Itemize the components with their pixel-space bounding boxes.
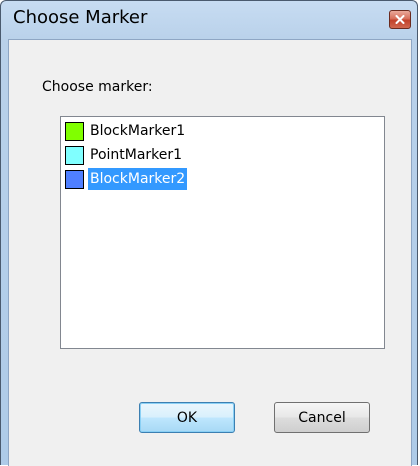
marker-color-swatch xyxy=(65,169,84,189)
dialog-title: Choose Marker xyxy=(13,7,148,28)
cancel-button[interactable]: Cancel xyxy=(274,402,370,433)
list-item[interactable]: BlockMarker1 xyxy=(65,120,187,142)
ok-button[interactable]: OK xyxy=(139,402,235,433)
choose-marker-label: Choose marker: xyxy=(42,79,153,95)
close-icon xyxy=(395,15,405,24)
marker-listbox[interactable]: BlockMarker1 PointMarker1 BlockMarker2 xyxy=(60,116,385,349)
marker-label: BlockMarker1 xyxy=(90,123,186,139)
close-button[interactable] xyxy=(389,10,411,29)
marker-label: BlockMarker2 xyxy=(88,168,188,190)
marker-label: PointMarker1 xyxy=(90,147,183,163)
dialog-window: Choose Marker Choose marker: BlockMarker… xyxy=(0,0,418,466)
marker-color-swatch xyxy=(65,121,84,141)
title-bar[interactable]: Choose Marker xyxy=(1,1,417,37)
dialog-body: Choose marker: BlockMarker1 PointMarker1… xyxy=(8,39,412,466)
list-item[interactable]: BlockMarker2 xyxy=(65,168,188,190)
marker-color-swatch xyxy=(65,145,84,165)
list-item[interactable]: PointMarker1 xyxy=(65,144,184,166)
